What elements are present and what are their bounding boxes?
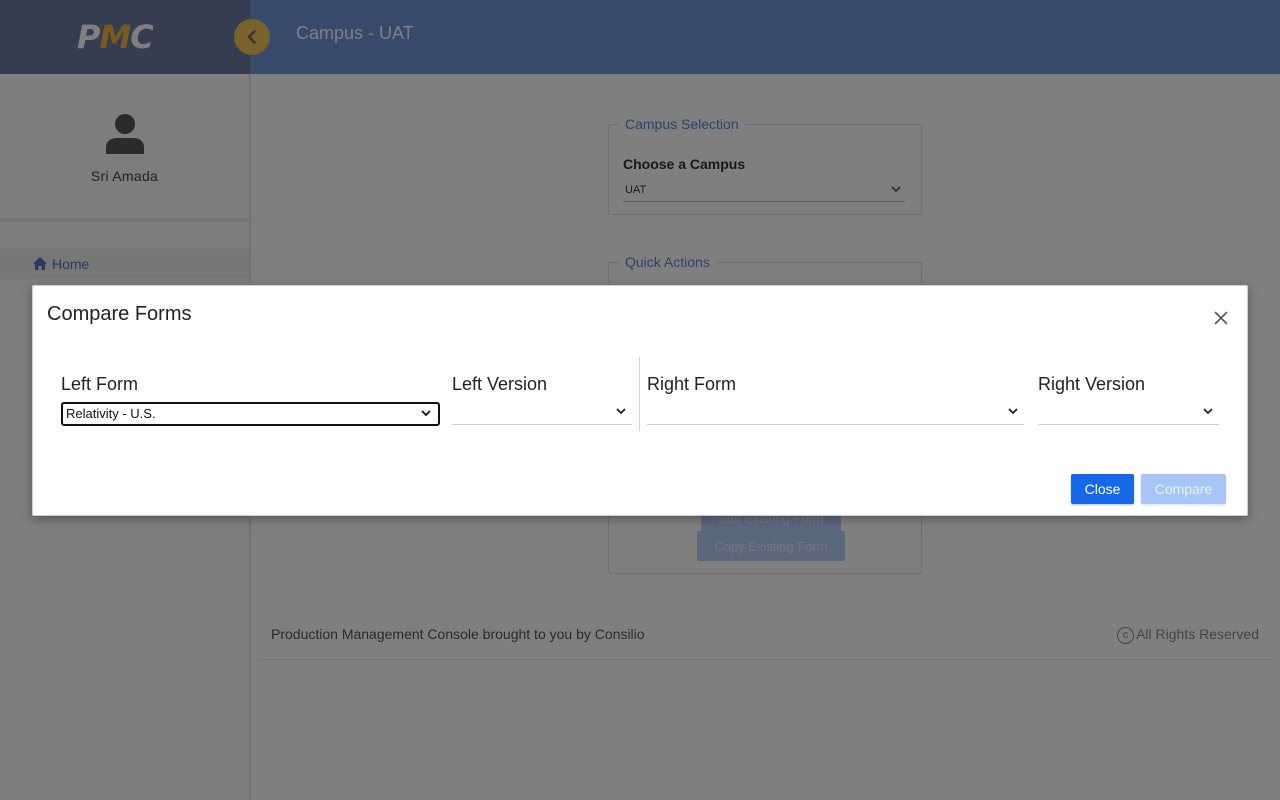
left-form-select[interactable]: Relativity - U.S. bbox=[61, 402, 440, 426]
right-version-label: Right Version bbox=[1038, 374, 1146, 394]
chevron-down-icon bbox=[421, 410, 431, 417]
right-form-select[interactable] bbox=[647, 400, 1024, 425]
right-form-label: Right Form bbox=[647, 374, 737, 394]
chevron-down-icon bbox=[1203, 408, 1213, 415]
close-button[interactable]: Close bbox=[1071, 474, 1134, 504]
column-divider bbox=[639, 357, 640, 431]
dialog-title: Compare Forms bbox=[47, 303, 192, 325]
chevron-down-icon bbox=[616, 408, 626, 415]
right-version-select[interactable] bbox=[1038, 400, 1219, 425]
left-version-select[interactable] bbox=[452, 400, 632, 425]
left-form-label: Left Form bbox=[61, 374, 139, 394]
close-icon[interactable] bbox=[1209, 306, 1233, 330]
left-form-value: Relativity - U.S. bbox=[66, 406, 156, 421]
chevron-down-icon bbox=[1008, 408, 1018, 415]
close-x-icon bbox=[1214, 311, 1228, 325]
left-version-label: Left Version bbox=[452, 374, 548, 394]
compare-button[interactable]: Compare bbox=[1141, 474, 1226, 504]
compare-forms-dialog: Compare Forms Left Form Relativity - U.S… bbox=[32, 285, 1248, 516]
